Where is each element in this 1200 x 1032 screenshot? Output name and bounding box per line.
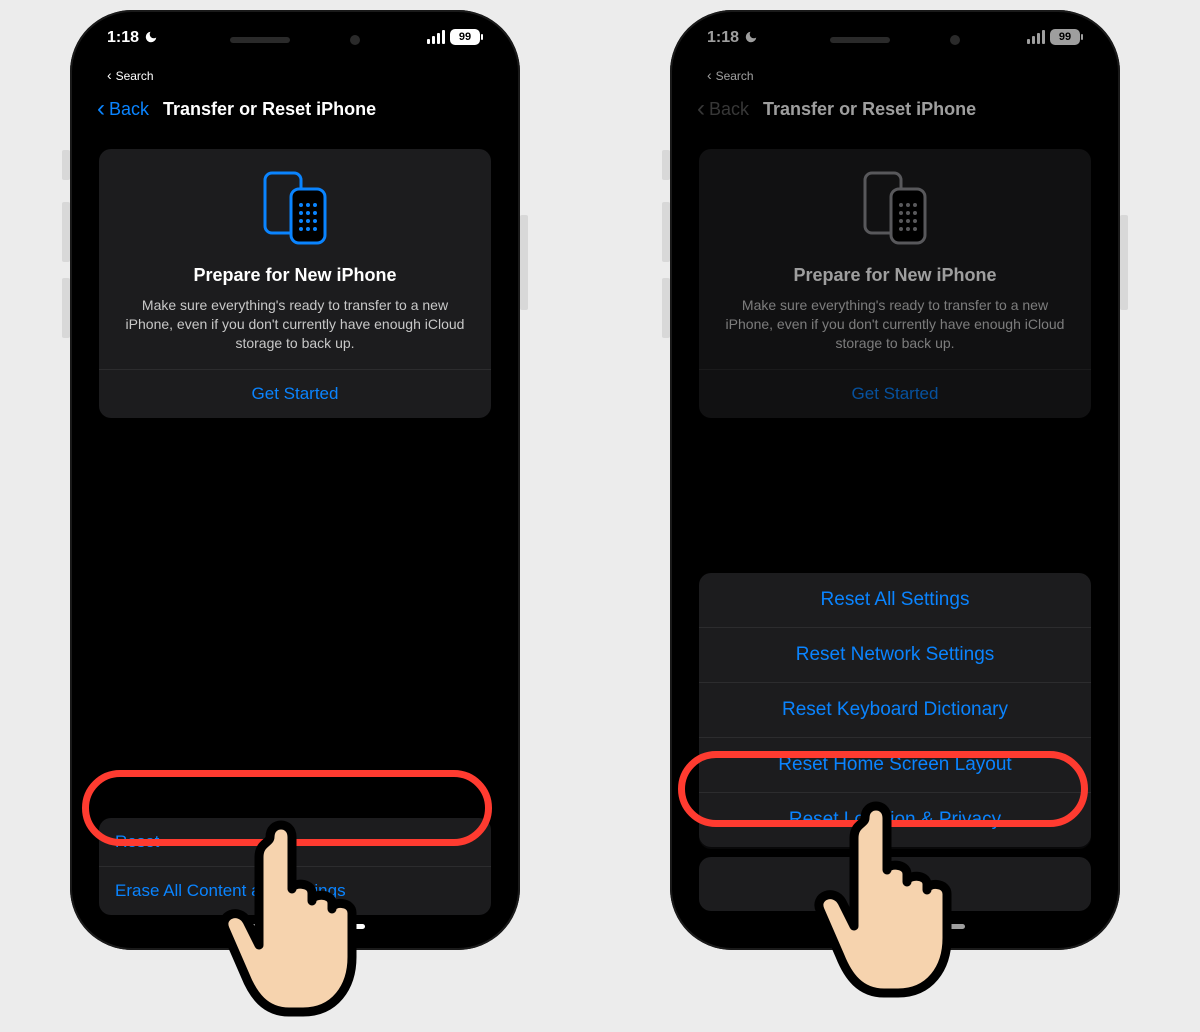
- chevron-left-icon[interactable]: ‹: [97, 97, 105, 121]
- volume-up-button[interactable]: [62, 202, 70, 262]
- phone-frame-left: 1:18 99 Search ‹ Back Transfer or Reset …: [70, 10, 520, 950]
- moon-icon: [144, 30, 158, 47]
- prepare-card: Prepare for New iPhone Make sure everyth…: [699, 149, 1091, 418]
- cancel-button[interactable]: [699, 857, 1091, 911]
- page-title: Transfer or Reset iPhone: [163, 99, 376, 120]
- volume-down-button[interactable]: [62, 278, 70, 338]
- get-started-button[interactable]: Get Started: [119, 370, 471, 418]
- battery-icon: 99: [1050, 29, 1083, 45]
- home-indicator[interactable]: [825, 924, 965, 929]
- prepare-heading: Prepare for New iPhone: [719, 265, 1071, 286]
- prepare-card: Prepare for New iPhone Make sure everyth…: [99, 149, 491, 418]
- front-camera: [950, 35, 960, 45]
- reset-network-settings-button[interactable]: Reset Network Settings: [699, 627, 1091, 682]
- moon-icon: [744, 30, 758, 47]
- reset-location-privacy-button[interactable]: Reset Location & Privacy: [699, 792, 1091, 847]
- reset-all-settings-button[interactable]: Reset All Settings: [699, 573, 1091, 627]
- volume-up-button[interactable]: [662, 202, 670, 262]
- devices-icon: [119, 167, 471, 249]
- prepare-body: Make sure everything's ready to transfer…: [719, 296, 1071, 353]
- power-button[interactable]: [1120, 215, 1128, 310]
- volume-down-button[interactable]: [662, 278, 670, 338]
- silent-switch[interactable]: [662, 150, 670, 180]
- devices-icon: [719, 167, 1071, 249]
- home-indicator[interactable]: [225, 924, 365, 929]
- signal-icon: [427, 30, 445, 44]
- sheet-group: Reset All Settings Reset Network Setting…: [699, 573, 1091, 847]
- reset-action-sheet: Reset All Settings Reset Network Setting…: [699, 573, 1091, 911]
- silent-switch[interactable]: [62, 150, 70, 180]
- front-camera: [350, 35, 360, 45]
- notch: [200, 25, 390, 55]
- breadcrumb-back[interactable]: Search: [685, 67, 1105, 83]
- reset-row[interactable]: Reset: [99, 818, 491, 866]
- screen-left: 1:18 99 Search ‹ Back Transfer or Reset …: [85, 25, 505, 935]
- reset-home-screen-layout-button[interactable]: Reset Home Screen Layout: [699, 737, 1091, 792]
- notch: [800, 25, 990, 55]
- erase-all-row[interactable]: Erase All Content and Settings: [99, 866, 491, 915]
- battery-icon: 99: [450, 29, 483, 45]
- chevron-left-icon: ‹: [697, 97, 705, 121]
- prepare-body: Make sure everything's ready to transfer…: [119, 296, 471, 353]
- signal-icon: [1027, 30, 1045, 44]
- page-title: Transfer or Reset iPhone: [763, 99, 976, 120]
- phone-frame-right: 1:18 99 Search ‹ Back Transfer or Reset …: [670, 10, 1120, 950]
- breadcrumb-back[interactable]: Search: [85, 67, 505, 83]
- back-button-disabled: Back: [709, 99, 749, 120]
- power-button[interactable]: [520, 215, 528, 310]
- speaker: [230, 37, 290, 43]
- get-started-button: Get Started: [719, 370, 1071, 418]
- nav-header: ‹ Back Transfer or Reset iPhone: [685, 83, 1105, 135]
- back-button[interactable]: Back: [109, 99, 149, 120]
- reset-keyboard-dictionary-button[interactable]: Reset Keyboard Dictionary: [699, 682, 1091, 737]
- prepare-heading: Prepare for New iPhone: [119, 265, 471, 286]
- screen-right: 1:18 99 Search ‹ Back Transfer or Reset …: [685, 25, 1105, 935]
- nav-header: ‹ Back Transfer or Reset iPhone: [85, 83, 505, 135]
- status-time: 1:18: [107, 29, 139, 47]
- bottom-list: Reset Erase All Content and Settings: [99, 818, 491, 915]
- speaker: [830, 37, 890, 43]
- status-time: 1:18: [707, 29, 739, 47]
